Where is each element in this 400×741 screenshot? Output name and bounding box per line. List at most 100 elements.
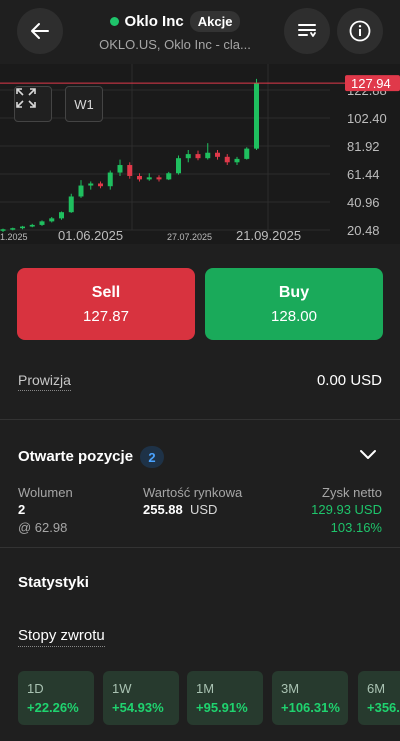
- candle: [176, 155, 181, 175]
- candle-body: [127, 165, 133, 176]
- back-button[interactable]: [17, 8, 63, 54]
- info-button[interactable]: [337, 8, 383, 54]
- return-value: +95.91%: [196, 700, 248, 715]
- return-value: +356.5: [367, 700, 400, 715]
- candle-body: [68, 196, 74, 213]
- candle-body: [29, 224, 35, 227]
- instrument-name: Oklo Inc: [124, 12, 184, 30]
- market-value-label: Wartość rynkowa: [143, 485, 243, 500]
- return-card-3m[interactable]: 3M +106.31%: [272, 671, 348, 725]
- market-open-indicator: [109, 16, 119, 26]
- x-tick-label: 01.06.2025: [58, 228, 123, 243]
- candle-body: [215, 152, 220, 157]
- average-price: @ 62.98: [18, 520, 68, 535]
- candle-body: [146, 177, 152, 180]
- return-card-1m[interactable]: 1M +95.91%: [187, 671, 263, 725]
- buy-price: 128.00: [271, 307, 317, 325]
- return-value: +106.31%: [281, 700, 340, 715]
- candle: [215, 149, 220, 160]
- candle: [166, 171, 172, 181]
- buy-button[interactable]: Buy 128.00: [205, 268, 383, 340]
- candle: [234, 156, 240, 166]
- x-tick-label: 1.2025: [0, 232, 28, 242]
- candle-body: [98, 183, 103, 187]
- candle-body: [59, 212, 64, 219]
- expand-icon: [16, 88, 36, 108]
- sort-button[interactable]: [284, 8, 330, 54]
- sell-button[interactable]: Sell 127.87: [17, 268, 195, 340]
- candle: [39, 220, 45, 226]
- x-tick-label: 21.09.2025: [236, 228, 301, 243]
- candle-body: [10, 228, 16, 230]
- positions-count-badge: 2: [140, 446, 164, 468]
- candle-body: [88, 183, 94, 186]
- arrow-left-icon: [31, 23, 49, 39]
- candle-body: [156, 177, 162, 180]
- candle-body: [176, 158, 181, 174]
- candle: [185, 149, 191, 163]
- return-card-1w[interactable]: 1W +54.93%: [103, 671, 179, 725]
- divider: [0, 419, 400, 420]
- info-icon: [349, 20, 371, 42]
- candle-body: [195, 154, 201, 159]
- sell-label: Sell: [91, 283, 121, 301]
- candle: [49, 216, 55, 223]
- y-tick-label: 61.44: [347, 167, 380, 182]
- instrument-title: Oklo Inc Akcje OKLO.US, Oklo Inc - cla..…: [70, 9, 280, 52]
- statistics-title: Statystyki: [18, 574, 89, 591]
- y-tick-label: 40.96: [347, 195, 380, 210]
- market-value-currency: USD: [190, 502, 218, 517]
- return-value: +22.26%: [27, 700, 79, 715]
- price-chart[interactable]: 122.88102.4081.9261.4440.9620.48 1.20250…: [0, 64, 400, 244]
- candle-body: [0, 229, 6, 231]
- net-profit-percent: 103.16%: [330, 520, 382, 535]
- instrument-subtitle: OKLO.US, Oklo Inc - cla...: [99, 37, 251, 52]
- candle: [59, 211, 64, 220]
- candle-body: [254, 83, 259, 149]
- candle-body: [49, 218, 55, 222]
- return-period: 1D: [27, 681, 44, 696]
- commission-label[interactable]: Prowizja: [18, 372, 71, 391]
- candlestick-chart[interactable]: 122.88102.4081.9261.4440.9620.48 1.20250…: [0, 64, 400, 244]
- candle: [98, 181, 103, 189]
- candle: [195, 150, 201, 161]
- sort-list-icon: [298, 24, 316, 37]
- candle-body: [166, 173, 172, 180]
- asset-class-badge: Akcje: [189, 10, 241, 32]
- candle: [20, 225, 25, 230]
- candle-body: [205, 152, 211, 159]
- fullscreen-button[interactable]: [14, 86, 52, 122]
- candle: [254, 78, 259, 150]
- y-tick-label: 102.40: [347, 111, 387, 126]
- candle: [78, 180, 84, 198]
- return-period: 3M: [281, 681, 300, 696]
- net-profit-value: 129.93 USD: [311, 502, 382, 517]
- candle: [156, 175, 162, 182]
- candle: [244, 147, 250, 160]
- return-card-6m[interactable]: 6M +356.5: [358, 671, 400, 725]
- candle: [68, 193, 74, 213]
- candle-body: [137, 175, 142, 180]
- return-period: 1M: [196, 681, 215, 696]
- net-profit-label: Zysk netto: [322, 485, 382, 500]
- candle: [224, 154, 230, 166]
- candle-body: [185, 154, 191, 159]
- y-tick-label: 81.92: [347, 139, 380, 154]
- candle-body: [244, 148, 250, 159]
- commission-value: 0.00 USD: [316, 372, 382, 389]
- chevron-down-icon[interactable]: [358, 448, 378, 462]
- returns-label[interactable]: Stopy zwrotu: [18, 627, 105, 647]
- open-positions-title[interactable]: Otwarte pozycje: [18, 448, 133, 465]
- candle: [88, 181, 94, 190]
- return-period: 6M: [367, 681, 386, 696]
- header: Oklo Inc Akcje OKLO.US, Oklo Inc - cla..…: [0, 0, 400, 64]
- candle-body: [20, 226, 25, 229]
- candle-body: [117, 165, 123, 173]
- return-value: +54.93%: [112, 700, 164, 715]
- timeframe-button[interactable]: W1: [65, 86, 103, 122]
- volume-label: Wolumen: [18, 485, 73, 500]
- volume-value: 2: [18, 502, 26, 517]
- y-tick-label: 20.48: [347, 223, 380, 238]
- divider: [0, 547, 400, 548]
- return-card-1d[interactable]: 1D +22.26%: [18, 671, 94, 725]
